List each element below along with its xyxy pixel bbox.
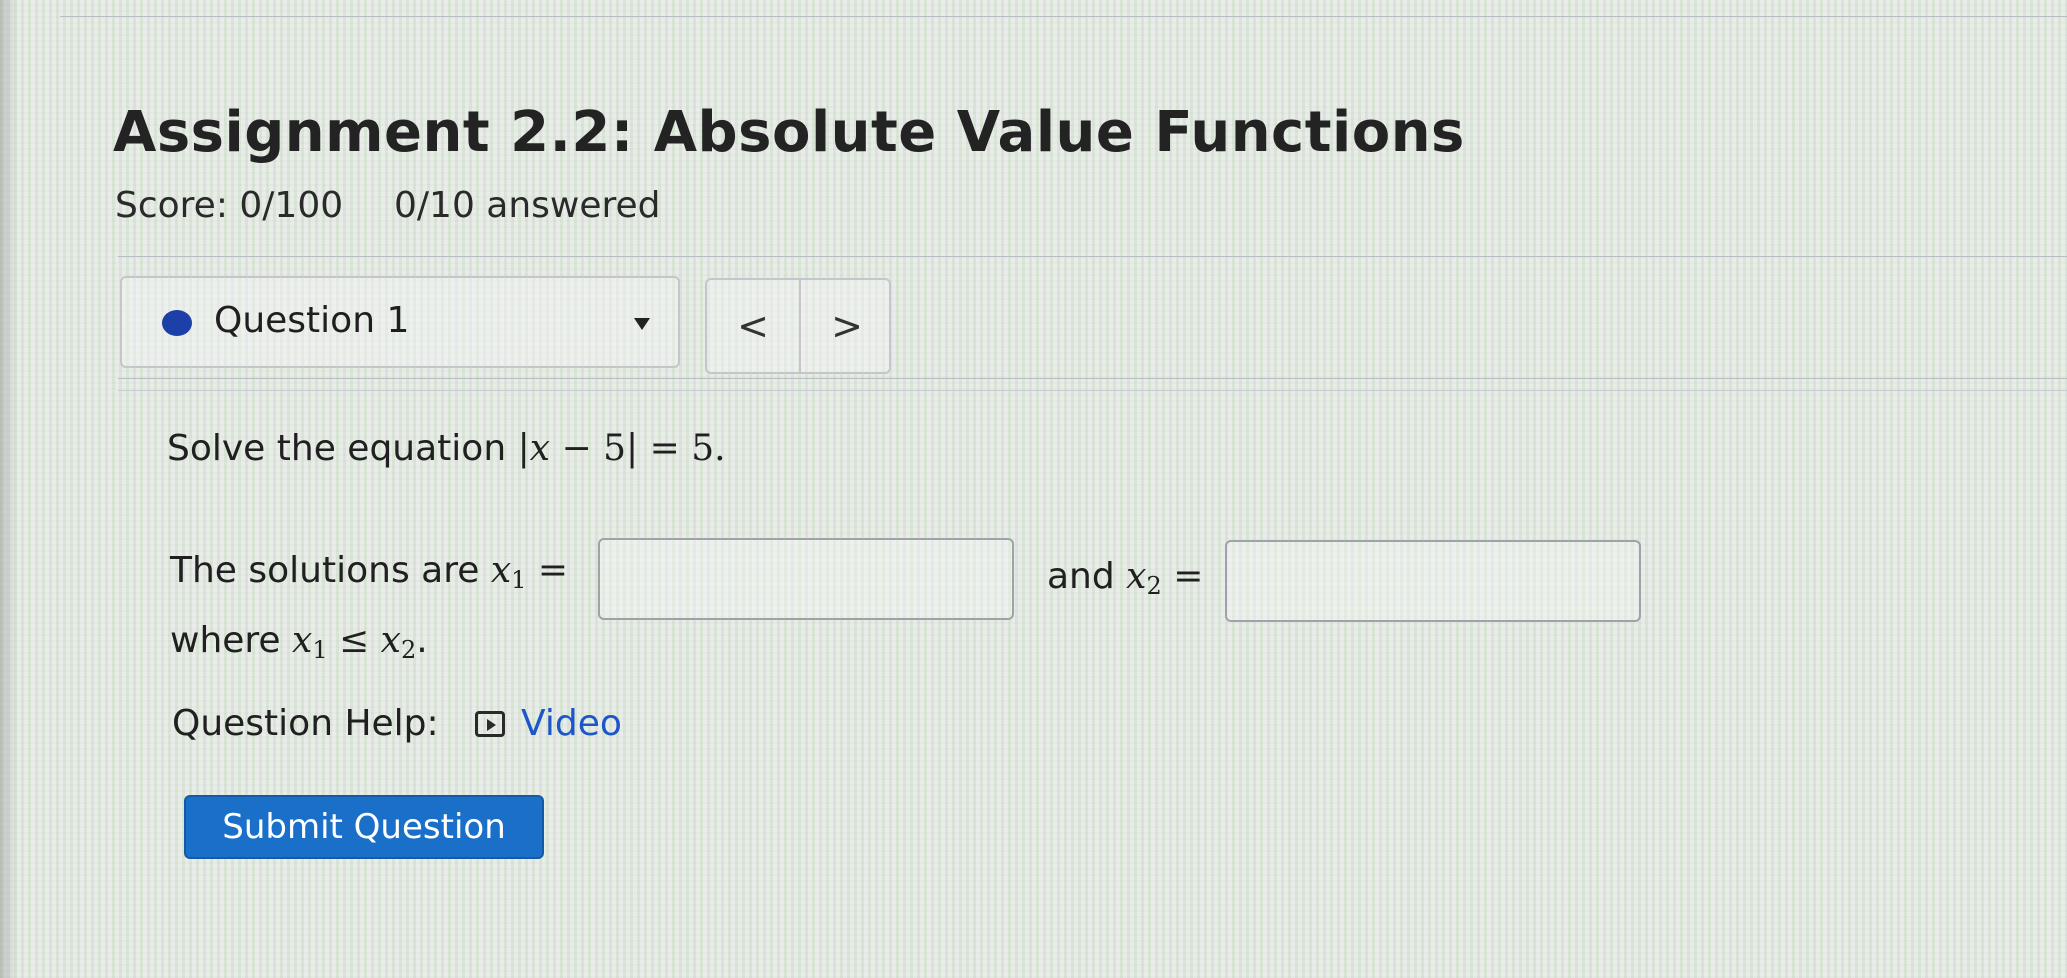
answered-count: 0/10 answered (394, 185, 661, 226)
prompt-prefix: Solve the equation (167, 428, 518, 469)
question-status-dot (162, 310, 192, 336)
and-x2-label: and x2 = (1047, 556, 1203, 600)
constraint-x1-sub: 1 (312, 636, 328, 664)
question-prompt: Solve the equation |x − 5| = 5. (167, 428, 726, 469)
abs-bar-right: | (626, 428, 639, 469)
question-selector[interactable]: Question 1 (120, 276, 680, 368)
question-nav-buttons: < > (705, 278, 891, 374)
abs-bar-left: | (517, 428, 530, 469)
solutions-line: The solutions are x1 = (170, 550, 568, 594)
equation-minus: − 5 (550, 428, 626, 469)
and-word: and (1047, 556, 1127, 597)
constraint-line: where x1 ≤ x2. (170, 620, 428, 664)
equation-rhs: = 5. (638, 428, 726, 469)
constraint-period: . (416, 620, 428, 661)
x1-variable: x (490, 550, 512, 591)
left-edge-shadow (0, 0, 18, 978)
video-help-link[interactable]: Video (475, 703, 622, 744)
constraint-x1: x (292, 620, 313, 661)
x1-equals: = (526, 550, 569, 591)
dropdown-arrow-icon (634, 318, 650, 330)
x2-variable: x (1126, 556, 1147, 597)
x2-answer-input[interactable] (1225, 540, 1641, 622)
constraint-x2: x (380, 620, 401, 661)
x1-answer-input[interactable] (598, 538, 1014, 620)
equation-variable: x (529, 428, 551, 469)
constraint-x2-sub: 2 (400, 636, 417, 664)
x1-subscript: 1 (511, 566, 527, 594)
submit-question-button[interactable]: Submit Question (184, 795, 544, 859)
top-divider (60, 16, 2067, 17)
video-play-icon (475, 710, 505, 737)
solutions-prefix: The solutions are (170, 550, 491, 591)
where-prefix: where (170, 620, 293, 661)
next-question-button[interactable]: > (801, 280, 893, 372)
x2-equals: = (1161, 556, 1204, 597)
score-text: Score: 0/100 (115, 185, 344, 226)
nav-divider-line (118, 378, 2067, 379)
previous-question-button[interactable]: < (707, 280, 799, 372)
question-selector-label: Question 1 (214, 300, 410, 341)
leq-symbol: ≤ (327, 620, 381, 661)
page-title: Assignment 2.2: Absolute Value Functions (113, 100, 1465, 165)
video-link-label: Video (521, 703, 622, 744)
header-divider (118, 256, 2067, 257)
x2-subscript: 2 (1146, 572, 1162, 600)
nav-divider-line-2 (118, 390, 2067, 391)
question-help-label: Question Help: (172, 703, 439, 744)
